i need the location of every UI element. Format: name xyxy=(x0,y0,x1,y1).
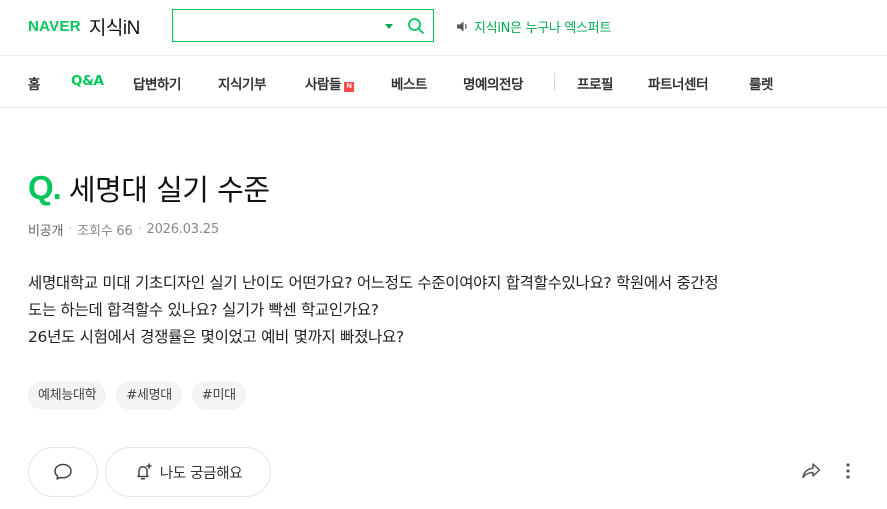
tag-list: 예체능대학 #세명대 #미대 xyxy=(28,381,256,410)
view-count: 조회수 66 xyxy=(77,224,133,239)
search-input[interactable] xyxy=(173,10,373,41)
nav-divider xyxy=(554,73,555,90)
question-body-line: 세명대학교 미대 기초디자인 실기 난이도 어떤가요? 어느정도 수준이여야지 … xyxy=(28,274,719,292)
nav-item-hall-of-fame[interactable]: 명예의전당 xyxy=(463,73,524,93)
tag-item[interactable]: #세명대 xyxy=(116,381,182,410)
nav-item-home[interactable]: 홈 xyxy=(28,73,40,93)
post-date: 2026.03.25 xyxy=(146,222,220,237)
question-body-line: 26년도 시험에서 경쟁률은 몇이었고 예비 몇까지 빠졌나요? xyxy=(28,328,404,346)
nav-item-answer[interactable]: 답변하기 xyxy=(133,73,181,93)
question-title: Q. 세명대 실기 수준 xyxy=(28,167,270,209)
main-nav: 홈 Q&A 답변하기 지식기부 사람들 N 베스트 명예의전당 프로필 파트너센터… xyxy=(0,56,887,108)
nav-item-profile[interactable]: 프로필 xyxy=(577,73,613,93)
promo-text: 지식iN은 누구나 엑스퍼트 xyxy=(474,21,612,36)
share-icon[interactable] xyxy=(801,462,821,480)
question-meta: 비공개 · 조회수 66 · 2026.03.25 xyxy=(28,220,219,239)
question-mark: Q. xyxy=(28,169,62,206)
promo-link[interactable]: 지식iN은 누구나 엑스퍼트 xyxy=(456,17,611,36)
tag-item[interactable]: 예체능대학 xyxy=(28,381,107,410)
nav-item-people-label: 사람들 xyxy=(305,77,342,93)
search-icon[interactable] xyxy=(407,17,425,35)
question-title-text: 세명대 실기 수준 xyxy=(68,173,270,207)
comment-icon xyxy=(54,463,72,480)
dropdown-icon[interactable] xyxy=(383,21,395,31)
question-body: 세명대학교 미대 기초디자인 실기 난이도 어떤가요? 어느정도 수준이여야지 … xyxy=(28,270,858,351)
question-body-line: 도는 하는데 합격할수 있나요? 실기가 빡센 학교인가요? xyxy=(28,301,379,319)
nav-item-donate[interactable]: 지식기부 xyxy=(218,73,266,93)
more-icon[interactable] xyxy=(845,462,851,480)
new-badge: N xyxy=(344,82,355,92)
tag-item[interactable]: #미대 xyxy=(191,381,246,410)
curious-button-label: 나도 궁금해요 xyxy=(159,465,243,482)
search-box xyxy=(172,9,434,42)
speaker-icon xyxy=(457,21,467,32)
nav-item-best[interactable]: 베스트 xyxy=(391,73,427,93)
logo[interactable]: NAVER 지식iN xyxy=(28,13,140,40)
nav-item-people[interactable]: 사람들 N xyxy=(305,73,355,93)
comment-button[interactable] xyxy=(28,447,98,497)
naver-logo[interactable]: NAVER xyxy=(28,18,81,35)
nav-item-qna[interactable]: Q&A xyxy=(71,73,104,89)
meta-separator: · xyxy=(68,222,73,237)
jisikin-logo[interactable]: 지식iN xyxy=(89,13,140,40)
nav-item-partner-center[interactable]: 파트너센터 xyxy=(648,73,709,93)
meta-separator: · xyxy=(137,222,142,237)
nav-item-roulette[interactable]: 룰렛 xyxy=(749,73,773,93)
curious-button[interactable]: 나도 궁금해요 xyxy=(105,447,271,497)
author-name: 비공개 xyxy=(28,224,64,239)
bell-plus-icon xyxy=(136,463,152,480)
header: NAVER 지식iN 지식iN은 누구나 엑스퍼트 xyxy=(0,0,887,56)
